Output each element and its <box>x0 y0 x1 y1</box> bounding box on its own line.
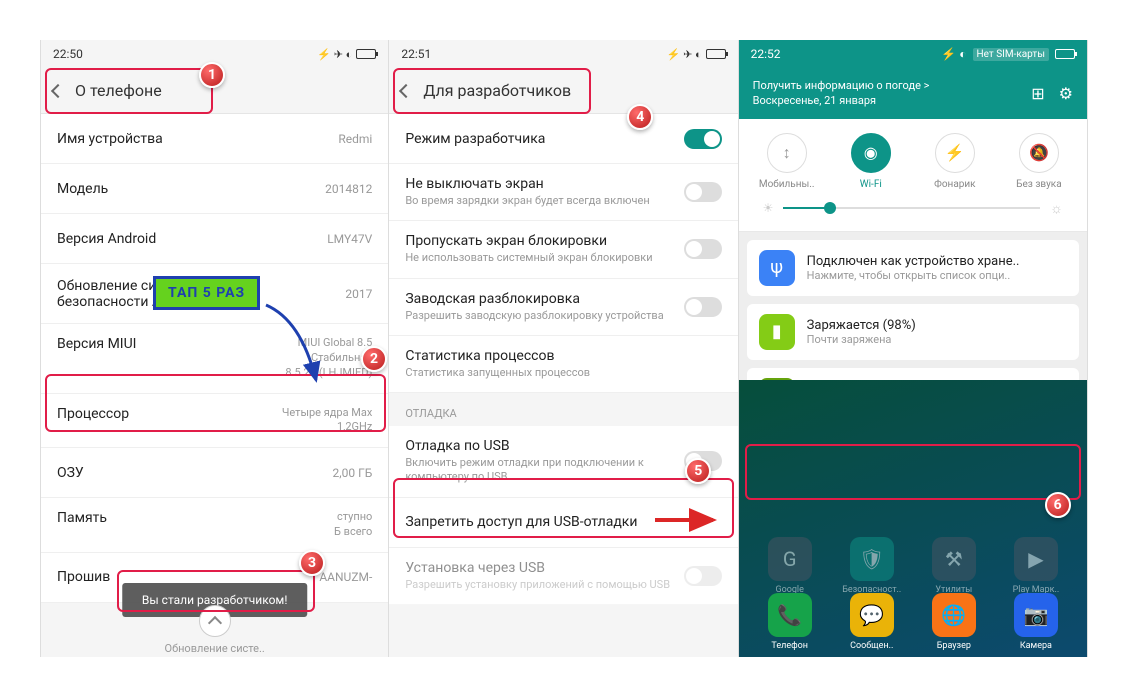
row-usb-debugging[interactable]: Отладка по USB Включить режим отладки пр… <box>389 426 737 498</box>
status-icons: ⚡ ✈ ◐ <box>317 48 376 61</box>
toggle-skip-lock[interactable] <box>684 239 722 259</box>
row-revoke-usb[interactable]: Запретить доступ для USB-отладки <box>389 498 737 548</box>
qs-wifi[interactable]: ◉Wi-Fi <box>836 133 906 190</box>
badge-1: 1 <box>199 62 225 88</box>
page-title: Для разработчиков <box>423 81 571 100</box>
row-miui-version[interactable]: Версия MIUI MIUI Global 8.5 Стабильная 8… <box>41 324 388 394</box>
time: 22:52 <box>751 47 781 61</box>
row-cpu[interactable]: Процессор Четыре ядра Max 1,2GHz <box>41 394 388 449</box>
status-right: ⚡ ◐ Нет SIM-карты <box>941 47 1075 61</box>
row-install-usb[interactable]: Установка через USB Разрешить установку … <box>389 548 737 605</box>
qs-mute[interactable]: 🔕Без звука <box>1004 133 1074 190</box>
battery-icon: ▮ <box>759 314 795 350</box>
back-icon[interactable] <box>51 83 65 97</box>
app-phone[interactable]: 📞Телефон <box>757 593 823 651</box>
screen-notifications: 22:52 ⚡ ◐ Нет SIM-карты Получить информа… <box>739 40 1088 657</box>
gear-icon[interactable]: ⚙ <box>1059 84 1073 103</box>
toggle-dev-mode[interactable] <box>684 129 722 149</box>
row-stay-awake[interactable]: Не выключать экран Во время зарядки экра… <box>389 164 737 221</box>
row-dev-mode[interactable]: Режим разработчика <box>389 114 737 164</box>
status-bar: 22:51 ⚡ ✈ ◐ <box>389 40 737 68</box>
app-browser[interactable]: 🌐Браузер <box>921 593 987 651</box>
grid-icon[interactable]: ⊞ <box>1031 84 1044 103</box>
row-device-name[interactable]: Имя устройства Redmi <box>41 114 388 164</box>
app-messages[interactable]: 💬Сообщен.. <box>839 593 905 651</box>
toggle-stay-awake[interactable] <box>684 182 722 202</box>
callout-tap5: ТАП 5 РАЗ <box>153 276 260 310</box>
screen-developer-options: 22:51 ⚡ ✈ ◐ Для разработчиков Режим разр… <box>389 40 738 657</box>
scroll-top-button[interactable] <box>199 605 231 637</box>
usb-icon: ψ <box>759 250 795 286</box>
qs-torch[interactable]: ⚡Фонарик <box>920 133 990 190</box>
badge-2: 2 <box>361 346 387 372</box>
app-security[interactable]: 🛡Безопасност.. <box>839 537 905 595</box>
row-android-version[interactable]: Версия Android LMY47V <box>41 214 388 264</box>
weather-info[interactable]: Получить информацию о погоде > Воскресен… <box>753 78 930 109</box>
badge-3: 3 <box>299 550 325 576</box>
brightness-slider[interactable]: ☀ ☼ <box>745 190 1081 221</box>
toggle-install-usb[interactable] <box>684 566 722 586</box>
home-apps-row: GGoogle 🛡Безопасност.. ⚒Утилиты ▶Play Ма… <box>739 537 1087 595</box>
page-title: О телефоне <box>75 81 162 100</box>
notification-charging[interactable]: ▮ Заряжается (98%)Почти заряжена <box>747 304 1079 360</box>
row-skip-lock[interactable]: Пропускать экран блокировки Не использов… <box>389 221 737 278</box>
row-model[interactable]: Модель 2014812 <box>41 164 388 214</box>
app-tools[interactable]: ⚒Утилиты <box>921 537 987 595</box>
row-process-stats[interactable]: Статистика процессов Статистика запущенн… <box>389 336 737 393</box>
qs-mobile-data[interactable]: ↕Мобильны.. <box>752 133 822 190</box>
app-camera[interactable]: 📷Камера <box>1003 593 1069 651</box>
status-icons: ⚡ ✈ ◐ <box>667 48 726 61</box>
home-dock: 📞Телефон 💬Сообщен.. 🌐Браузер 📷Камера <box>739 593 1087 651</box>
notification-usb-storage[interactable]: ψ Подключен как устройство хране..Нажмит… <box>747 240 1079 296</box>
app-google[interactable]: GGoogle <box>757 537 823 595</box>
quick-settings: ↕Мобильны.. ◉Wi-Fi ⚡Фонарик 🔕Без звука ☀… <box>739 119 1087 232</box>
toggle-oem[interactable] <box>684 297 722 317</box>
status-bar: 22:52 ⚡ ◐ Нет SIM-карты <box>739 40 1087 68</box>
app-play[interactable]: ▶Play Марк.. <box>1003 537 1069 595</box>
row-oem-unlock[interactable]: Заводская разблокировка Разрешить заводс… <box>389 279 737 336</box>
time: 22:50 <box>53 47 83 61</box>
screen-about-phone: 22:50 ⚡ ✈ ◐ О телефоне Имя устройства Re… <box>40 40 389 657</box>
section-debug-header: ОТЛАДКА <box>389 393 737 426</box>
back-icon[interactable] <box>399 83 413 97</box>
time: 22:51 <box>401 47 431 61</box>
row-storage[interactable]: Память ступно Б всего <box>41 498 388 553</box>
bottom-hint: Обновление систе.. <box>41 642 388 655</box>
page-header: Для разработчиков <box>389 68 737 114</box>
badge-6: 6 <box>1045 492 1071 518</box>
notification-header: Получить информацию о погоде > Воскресен… <box>739 68 1087 119</box>
row-ram[interactable]: ОЗУ 2,00 ГБ <box>41 448 388 498</box>
